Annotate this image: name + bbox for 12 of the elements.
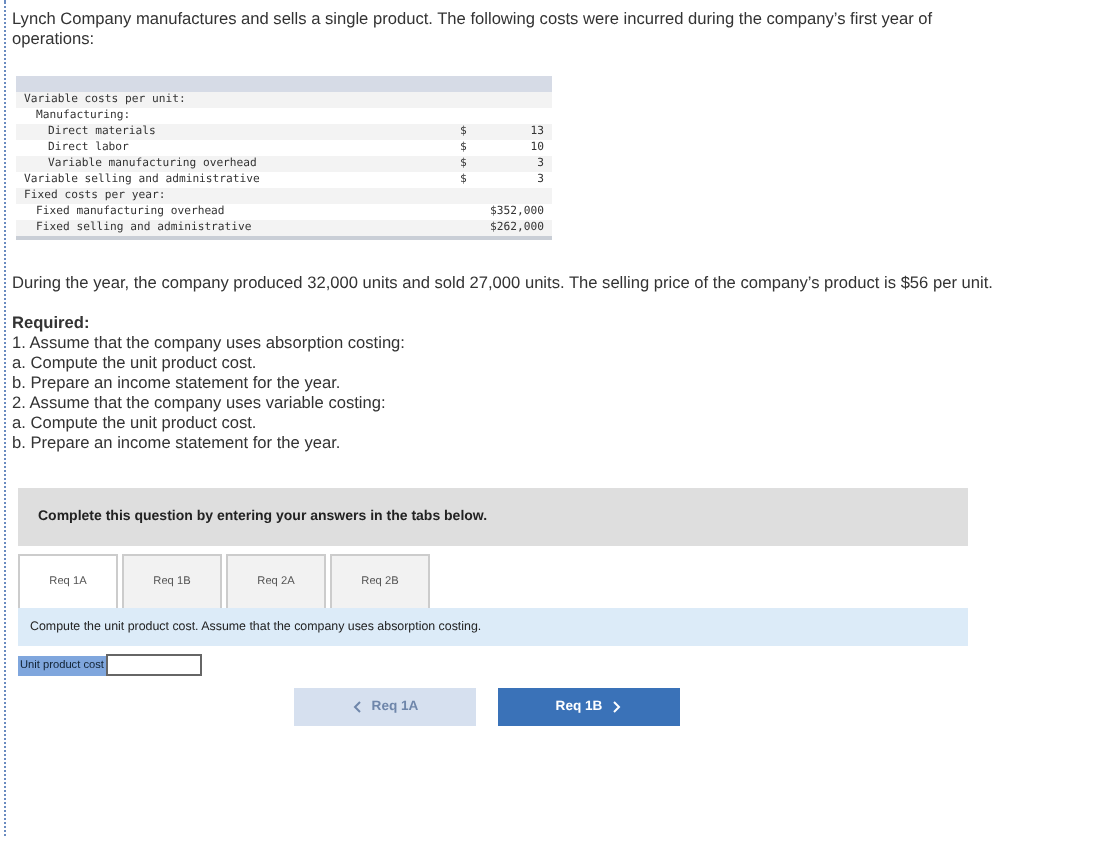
requirement-line: b. Prepare an income statement for the year.: [12, 372, 343, 392]
chevron-icon: [351, 700, 362, 714]
required-heading: Required:: [12, 312, 92, 332]
input-field[interactable]: [105, 654, 202, 676]
intro-text: Lynch Company manufactures and sells a single product. The following costs were incurred during the company’s first year of operations:: [12, 8, 935, 48]
facts-text: During the year, the company produced 32,000 units and sold 27,000 units. The selling price of the company’s product is $56 per unit.: [12, 272, 995, 292]
requirement-line: 1. Assume that the company uses absorption costing:: [12, 332, 407, 352]
chevron-icon: [612, 700, 623, 714]
requirement-line: b. Prepare an income statement for the year.: [12, 432, 343, 452]
requirement-line: a. Compute the unit product cost.: [12, 412, 259, 432]
requirement-line: a. Compute the unit product cost.: [12, 352, 259, 372]
requirement-line: 2. Assume that the company uses variable costing:: [12, 392, 388, 412]
